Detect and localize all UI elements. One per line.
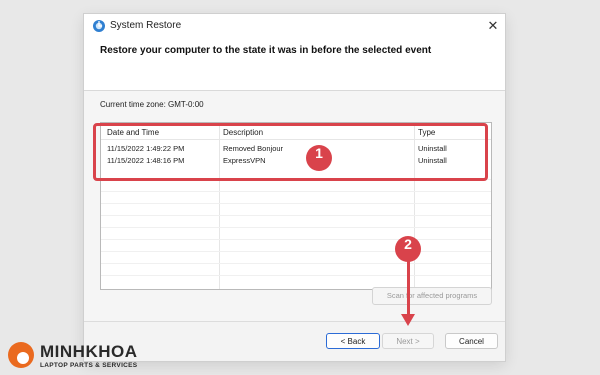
- annotation-arrow-icon: [401, 314, 415, 326]
- watermark-logo: MINHKHOA LAPTOP PARTS & SERVICES: [6, 339, 226, 373]
- annotation-arrow-shaft: [407, 258, 410, 316]
- next-button[interactable]: Next >: [382, 333, 434, 349]
- minhkhoa-logo-icon: [8, 342, 34, 368]
- annotation-highlight-box: [93, 123, 488, 181]
- window-title: System Restore: [110, 20, 182, 31]
- row-gridline: [101, 203, 491, 204]
- logo-name: MINHKHOA: [40, 342, 138, 361]
- row-gridline: [101, 251, 491, 252]
- row-gridline: [101, 215, 491, 216]
- scan-affected-programs-button[interactable]: Scan for affected programs: [372, 287, 492, 305]
- row-gridline: [101, 239, 491, 240]
- logo-tagline: LAPTOP PARTS & SERVICES: [40, 362, 138, 369]
- system-restore-dialog: System Restore ✕ Restore your computer t…: [84, 14, 505, 361]
- back-button[interactable]: < Back: [326, 333, 380, 349]
- annotation-badge-1: 1: [306, 145, 332, 171]
- row-gridline: [101, 191, 491, 192]
- row-gridline: [101, 275, 491, 276]
- timezone-label: Current time zone: GMT-0:00: [100, 100, 204, 109]
- close-icon[interactable]: ✕: [481, 14, 505, 38]
- page-heading: Restore your computer to the state it wa…: [100, 45, 432, 56]
- system-restore-icon: [93, 20, 105, 32]
- title-bar: System Restore ✕: [84, 14, 505, 38]
- cancel-button[interactable]: Cancel: [445, 333, 498, 349]
- row-gridline: [101, 263, 491, 264]
- row-gridline: [101, 227, 491, 228]
